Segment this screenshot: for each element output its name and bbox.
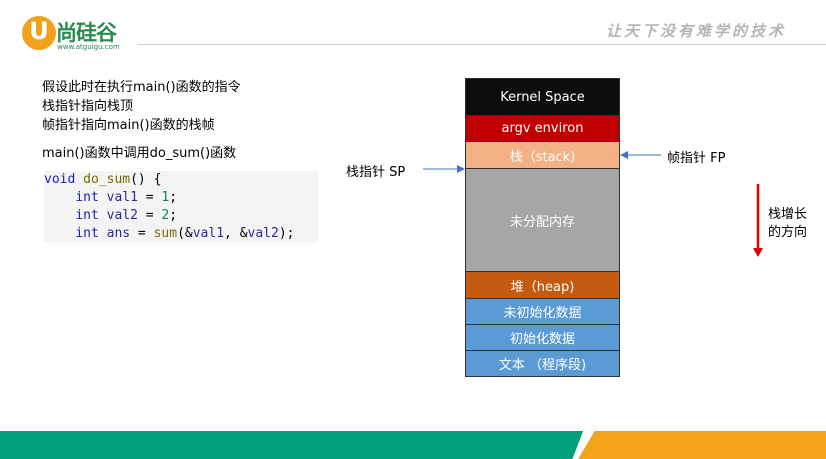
growth-arrow-head-icon: [753, 248, 763, 257]
arrows-layer: [423, 151, 763, 257]
